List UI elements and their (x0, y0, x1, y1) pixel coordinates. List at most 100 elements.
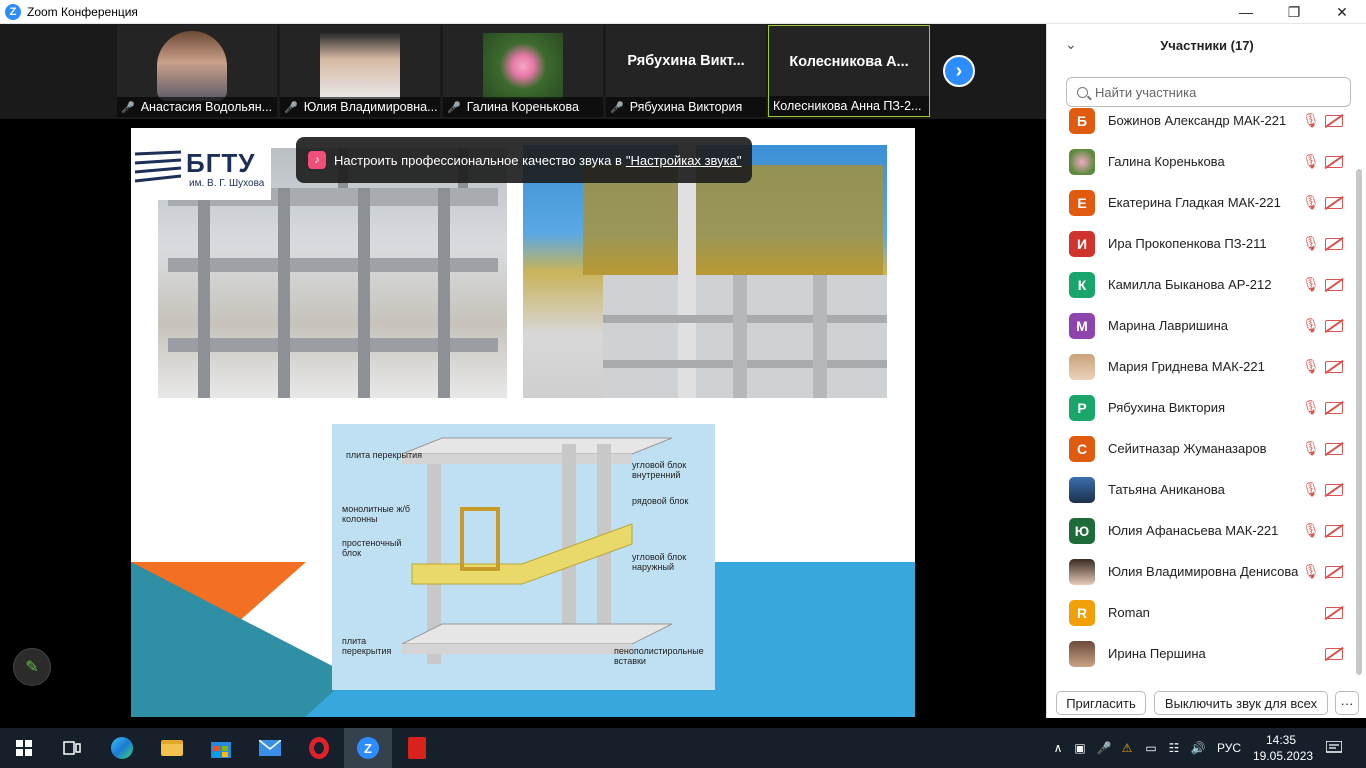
participant-name: Юлия Владимировна Денисова (1108, 564, 1299, 579)
edge-browser-icon[interactable] (108, 734, 136, 762)
mail-icon[interactable] (256, 734, 284, 762)
participant-row[interactable]: М Марина Лавришина 🎙 (1047, 305, 1357, 346)
camera-off-icon[interactable] (1325, 319, 1343, 332)
camera-off-icon[interactable] (1325, 278, 1343, 291)
diagram-label: плита перекрытия (342, 636, 392, 656)
search-placeholder: Найти участника (1095, 84, 1197, 100)
camera-off-icon[interactable] (1325, 155, 1343, 168)
mic-muted-icon[interactable]: 🎙 (1302, 194, 1320, 211)
close-button[interactable]: ✕ (1318, 0, 1366, 24)
participant-video (320, 33, 400, 99)
camera-off-icon[interactable] (1325, 360, 1343, 373)
video-thumbnail[interactable]: 🎤 Анастасия Водольян... (117, 25, 277, 117)
audio-settings-notification[interactable]: ♪ Настроить профессиональное качество зв… (296, 137, 752, 183)
participant-row[interactable]: Галина Коренькова 🎙 (1047, 141, 1357, 182)
participant-list-scrollbar[interactable] (1356, 169, 1362, 675)
music-note-icon: ♪ (308, 151, 326, 169)
participant-row[interactable]: К Камилла Быканова АР-212 🎙 (1047, 264, 1357, 305)
mic-muted-icon[interactable]: 🎙 (1302, 481, 1320, 498)
mute-all-button[interactable]: Выключить звук для всех (1154, 691, 1328, 715)
next-page-arrow-icon[interactable]: › (943, 55, 975, 87)
camera-off-icon[interactable] (1325, 114, 1343, 127)
more-options-button[interactable]: ··· (1335, 691, 1359, 715)
diagram-label: простеночный блок (342, 538, 402, 558)
participant-row[interactable]: Е Екатерина Гладкая МАК-221 🎙 (1047, 182, 1357, 223)
opera-browser-icon[interactable] (305, 734, 333, 762)
camera-off-icon[interactable] (1325, 565, 1343, 578)
camera-off-icon[interactable] (1325, 442, 1343, 455)
diagram-label: плита перекрытия (346, 450, 423, 460)
diagram-label: монолитные ж/б колонны (342, 504, 410, 524)
taskbar-clock[interactable]: 14:35 19.05.2023 (1253, 732, 1313, 764)
maximize-button[interactable]: ❐ (1270, 0, 1318, 24)
task-view-icon[interactable] (58, 734, 86, 762)
camera-off-icon[interactable] (1325, 401, 1343, 414)
participant-row[interactable]: Ю Юлия Афанасьева МАК-221 🎙 (1047, 510, 1357, 551)
participant-row[interactable]: Мария Гриднева МАК-221 🎙 (1047, 346, 1357, 387)
mic-muted-icon[interactable]: 🎙 (1302, 563, 1320, 580)
mic-muted-icon[interactable]: 🎙 (1302, 276, 1320, 293)
avatar: И (1069, 230, 1095, 257)
avatar: Ю (1069, 517, 1095, 544)
camera-off-icon[interactable] (1325, 483, 1343, 496)
avatar: Р (1069, 394, 1095, 421)
participant-row[interactable]: R Roman (1047, 592, 1357, 633)
participant-name: Марина Лавришина (1108, 318, 1228, 333)
thumbnail-big-label: Рябухина Викт... (627, 53, 745, 69)
diagram-label: угловой блок наружный (632, 552, 687, 572)
participant-name: Сейитназар Жуманазаров (1108, 441, 1267, 456)
camera-off-icon[interactable] (1325, 196, 1343, 209)
avatar: Е (1069, 189, 1095, 216)
mic-muted-icon[interactable]: 🎙 (1302, 440, 1320, 457)
participant-row[interactable]: С Сейитназар Жуманазаров 🎙 (1047, 428, 1357, 469)
camera-off-icon[interactable] (1325, 647, 1343, 660)
zoom-taskbar-icon[interactable]: Z (354, 734, 382, 762)
participant-row[interactable]: И Ира Прокопенкова ПЗ-211 🎙 (1047, 223, 1357, 264)
mic-muted-icon[interactable]: 🎙 (1302, 112, 1320, 129)
participant-row[interactable]: Ирина Першина (1047, 633, 1357, 674)
language-indicator[interactable]: РУС (1212, 734, 1246, 762)
audio-settings-link[interactable]: "Настройках звука" (626, 153, 742, 168)
participant-name: Мария Гриднева МАК-221 (1108, 359, 1265, 374)
invite-button[interactable]: Пригласить (1056, 691, 1146, 715)
thumbnail-name: Галина Коренькова (466, 100, 579, 114)
store-icon[interactable] (207, 734, 235, 762)
camera-off-icon[interactable] (1325, 524, 1343, 537)
mic-muted-icon[interactable]: 🎙 (1302, 358, 1320, 375)
participant-name: Галина Коренькова (1108, 154, 1225, 169)
participant-row[interactable]: Татьяна Аниканова 🎙 (1047, 469, 1357, 510)
participant-row[interactable]: Б Божинов Александр МАК-221 🎙 (1047, 108, 1357, 141)
pdf-reader-icon[interactable] (403, 734, 431, 762)
participants-footer: Пригласить Выключить звук для всех ··· (1047, 688, 1366, 718)
camera-off-icon[interactable] (1325, 237, 1343, 250)
mic-muted-icon[interactable]: 🎙 (1302, 153, 1320, 170)
participant-search-input[interactable]: Найти участника (1066, 77, 1351, 107)
mic-muted-icon[interactable]: 🎙 (1302, 235, 1320, 252)
video-thumbnail[interactable]: 🎤 Галина Коренькова (443, 25, 603, 117)
diagram-label: рядовой блок (632, 496, 689, 506)
windows-start-icon[interactable] (10, 734, 38, 762)
annotate-pencil-icon[interactable]: ✎ (13, 648, 51, 686)
mic-muted-icon[interactable]: 🎙 (1302, 399, 1320, 416)
video-thumbnail[interactable]: 🎤 Юлия Владимировна... (280, 25, 440, 117)
notifications-icon[interactable] (1320, 734, 1348, 762)
zoom-app-icon: Z (5, 3, 21, 20)
diagram-label: пенополистирольные вставки (614, 646, 704, 666)
video-thumbnail[interactable]: Рябухина Викт... 🎤 Рябухина Виктория (606, 25, 766, 117)
shared-screen-slide: БГТУ им. В. Г. Шухова плита перекрытия у… (131, 128, 915, 717)
file-explorer-icon[interactable] (158, 734, 186, 762)
participant-row[interactable]: Юлия Владимировна Денисова 🎙 (1047, 551, 1357, 592)
volume-icon[interactable]: 🔊 (1184, 734, 1212, 762)
participant-name: Божинов Александр МАК-221 (1108, 113, 1287, 128)
avatar (1069, 476, 1095, 503)
camera-off-icon[interactable] (1325, 606, 1343, 619)
minimize-button[interactable]: — (1222, 0, 1270, 24)
mic-muted-icon[interactable]: 🎙 (1302, 317, 1320, 334)
notification-text: Настроить профессиональное качество звук… (334, 152, 622, 168)
window-titlebar: Z Zoom Конференция — ❐ ✕ (0, 0, 1366, 24)
participant-row[interactable]: Р Рябухина Виктория 🎙 (1047, 387, 1357, 428)
main-video-area: 🎤 Анастасия Водольян... 🎤 Юлия Владимировн… (0, 24, 1046, 718)
mic-muted-icon[interactable]: 🎙 (1302, 522, 1320, 539)
video-thumbnail-active[interactable]: Колесникова А... Колесникова Анна ПЗ-2..… (768, 25, 930, 117)
avatar (1069, 148, 1095, 175)
